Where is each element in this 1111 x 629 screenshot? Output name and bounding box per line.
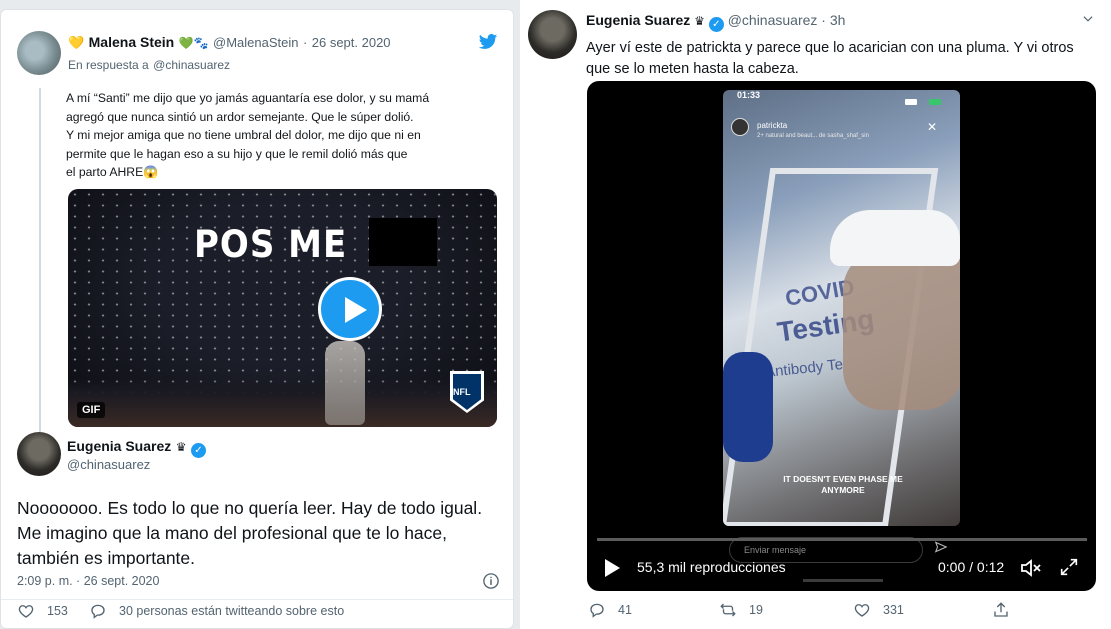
retweet-button[interactable]: 19 bbox=[719, 601, 763, 619]
progress-bar[interactable] bbox=[597, 538, 1087, 541]
video-player[interactable]: COVID Testing Antibody Te 01:33 patrickt… bbox=[587, 81, 1096, 591]
reply-icon bbox=[590, 603, 604, 618]
blue-glove bbox=[723, 352, 773, 462]
main-author-handle[interactable]: @chinasuarez bbox=[67, 457, 150, 472]
crown-icon: ♛ bbox=[175, 440, 187, 454]
like-button[interactable]: 153 bbox=[17, 602, 68, 620]
divider bbox=[1, 599, 513, 600]
censor-bar bbox=[369, 218, 437, 266]
heart-icon bbox=[18, 605, 34, 618]
main-avatar[interactable] bbox=[17, 432, 61, 476]
separator: · bbox=[821, 12, 826, 28]
retweet-icon bbox=[720, 603, 736, 617]
gif-media[interactable]: POS ME bbox=[68, 189, 497, 427]
gif-caption: POS ME bbox=[194, 223, 348, 267]
scrub-track bbox=[803, 579, 883, 582]
main-timestamp[interactable]: 2:09 p. m. · 26 sept. 2020 bbox=[17, 574, 159, 588]
author-avatar[interactable] bbox=[528, 10, 577, 59]
parent-avatar[interactable] bbox=[17, 31, 61, 75]
name-emoji: 💚🐾 bbox=[178, 36, 209, 50]
person-face bbox=[843, 250, 960, 410]
reply-handle[interactable]: @chinasuarez bbox=[153, 58, 230, 72]
thread-line bbox=[39, 88, 41, 433]
verified-icon: ✓ bbox=[190, 443, 206, 458]
ig-username-text: patrickta bbox=[757, 121, 788, 130]
heart-icon bbox=[854, 604, 870, 617]
reply-button[interactable]: 41 bbox=[588, 601, 632, 619]
like-count: 331 bbox=[883, 603, 904, 617]
tweet-header: Eugenia Suarez ♛ ✓ @chinasuarez · 3h bbox=[586, 12, 845, 32]
crown-icon: ♛ bbox=[694, 14, 705, 28]
parent-author-name[interactable]: Malena Stein bbox=[89, 34, 175, 50]
performer-figure bbox=[325, 341, 365, 425]
story-caption: IT DOESN'T EVEN PHASE ME ANYMORE bbox=[783, 474, 903, 495]
parent-author-handle[interactable]: @MalenaStein bbox=[213, 35, 298, 50]
reply-icon bbox=[91, 604, 105, 619]
send-icon bbox=[934, 541, 948, 553]
phone-time: 01:33 bbox=[737, 90, 761, 100]
mute-icon[interactable] bbox=[1018, 556, 1044, 580]
time-ago[interactable]: 3h bbox=[830, 12, 846, 28]
person-cap bbox=[830, 210, 960, 266]
main-header: Eugenia Suarez ♛ ✓ bbox=[67, 438, 206, 458]
author-name[interactable]: Eugenia Suarez bbox=[586, 12, 690, 28]
verified-icon: ✓ bbox=[708, 17, 724, 32]
nfl-logo-text: NFL bbox=[453, 387, 471, 397]
tweet-card: Eugenia Suarez ♛ ✓ @chinasuarez · 3h Aye… bbox=[520, 0, 1111, 629]
tweet-text: Ayer ví este de patrickta y parece que l… bbox=[586, 40, 1074, 77]
separator: · bbox=[302, 35, 308, 50]
conversation-link[interactable]: 30 personas están twitteando sobre esto bbox=[89, 602, 344, 620]
city-skyline bbox=[68, 379, 497, 427]
phone-status-icons bbox=[905, 92, 945, 105]
instagram-story-frame: COVID Testing Antibody Te 01:33 patrickt… bbox=[723, 90, 960, 526]
video-time: 0:00 / 0:12 bbox=[938, 559, 1005, 575]
talking-text: 30 personas están twitteando sobre esto bbox=[119, 604, 345, 618]
main-tweet-text: Nooooooo. Es todo lo que no quería leer.… bbox=[17, 498, 483, 568]
close-icon: ✕ bbox=[927, 120, 938, 134]
info-icon[interactable] bbox=[482, 572, 500, 590]
gif-badge: GIF bbox=[77, 402, 106, 418]
name-emoji: 💛 bbox=[68, 35, 85, 50]
author-handle[interactable]: @chinasuarez bbox=[728, 12, 818, 28]
fullscreen-icon[interactable] bbox=[1058, 556, 1080, 578]
retweet-count: 19 bbox=[749, 603, 763, 617]
parent-header: 💛 Malena Stein 💚🐾 @MalenaStein · 26 sept… bbox=[68, 34, 391, 52]
reply-label: En respuesta a bbox=[68, 58, 149, 72]
parent-date[interactable]: 26 sept. 2020 bbox=[312, 35, 391, 50]
parent-tweet-text: A mí “Santi” me dijo que yo jamás aguant… bbox=[66, 91, 430, 179]
like-count: 153 bbox=[47, 604, 68, 618]
view-count: 55,3 mil reproducciones bbox=[637, 559, 786, 575]
ig-avatar bbox=[731, 118, 749, 136]
ig-username: patrickta 2+ natural and beaut... de sas… bbox=[757, 121, 869, 139]
main-author-name[interactable]: Eugenia Suarez bbox=[67, 438, 171, 454]
reply-to-line: En respuesta a @chinasuarez bbox=[68, 56, 230, 74]
reply-count: 41 bbox=[618, 603, 632, 617]
twitter-bird-icon bbox=[478, 34, 498, 49]
play-icon[interactable] bbox=[605, 559, 620, 577]
ig-subtitle: 2+ natural and beaut... de sasha_shaf_si… bbox=[757, 133, 869, 139]
like-button[interactable]: 331 bbox=[853, 601, 904, 619]
chevron-down-icon[interactable] bbox=[1080, 12, 1096, 26]
share-icon[interactable] bbox=[992, 601, 1010, 619]
play-icon[interactable] bbox=[318, 277, 382, 341]
quoted-thread-card: 💛 Malena Stein 💚🐾 @MalenaStein · 26 sept… bbox=[0, 9, 514, 629]
